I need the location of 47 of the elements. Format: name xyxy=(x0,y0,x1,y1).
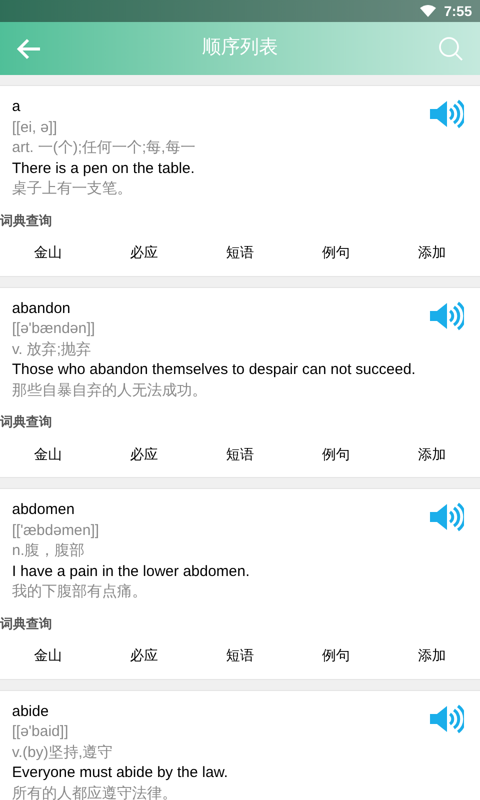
dictionary-lookup-label: 词典查询 xyxy=(0,212,53,230)
example-translation: 所有的人都应遵守法律。 xyxy=(12,784,178,800)
search-icon[interactable] xyxy=(438,36,464,62)
word: abide xyxy=(12,702,50,722)
phonetic: [['æbdəmen]] xyxy=(12,520,100,540)
lookup-action-button[interactable]: 短语 xyxy=(192,431,288,477)
word: abandon xyxy=(12,298,72,318)
phonetic: [[ə'baid]] xyxy=(12,722,70,742)
status-time: 7:55 xyxy=(444,2,472,20)
definition: n.腹，腹部 xyxy=(12,541,86,561)
lookup-action-button[interactable]: 例句 xyxy=(288,230,384,276)
speaker-icon[interactable] xyxy=(428,704,464,734)
speaker-icon[interactable] xyxy=(428,99,464,129)
page-title: 顺序列表 xyxy=(202,36,278,60)
lookup-action-button[interactable]: 添加 xyxy=(384,632,480,678)
example-translation: 桌子上有一支笔。 xyxy=(12,179,133,199)
back-arrow-icon[interactable] xyxy=(16,38,42,60)
definition: v.(by)坚持,遵守 xyxy=(12,742,114,762)
phonetic: [[ə'bændən]] xyxy=(12,319,96,339)
dictionary-lookup-label: 词典查询 xyxy=(0,413,53,431)
lookup-action-button[interactable]: 例句 xyxy=(288,431,384,477)
lookup-action-button[interactable]: 添加 xyxy=(384,431,480,477)
lookup-action-button[interactable]: 短语 xyxy=(192,230,288,276)
lookup-action-button[interactable]: 必应 xyxy=(96,632,192,678)
lookup-action-button[interactable]: 必应 xyxy=(96,230,192,276)
lookup-action-button[interactable]: 金山 xyxy=(0,632,96,678)
example-sentence: I have a pain in the lower abdomen. xyxy=(12,562,251,582)
example-sentence: Those who abandon themselves to despair can not succeed. xyxy=(12,360,417,380)
wifi-icon xyxy=(420,5,436,17)
definition: v. 放弃;抛弃 xyxy=(12,340,92,360)
example-sentence: Everyone must abide by the law. xyxy=(12,763,229,783)
word: a xyxy=(12,97,22,117)
speaker-icon[interactable] xyxy=(428,502,464,532)
dictionary-lookup-label: 词典查询 xyxy=(0,614,53,632)
speaker-icon[interactable] xyxy=(428,300,464,330)
lookup-action-button[interactable]: 例句 xyxy=(288,632,384,678)
definition: art. 一(个);任何一个;每,每一 xyxy=(12,138,196,158)
word: abdomen xyxy=(12,500,76,520)
lookup-action-button[interactable]: 添加 xyxy=(384,230,480,276)
lookup-action-button[interactable]: 必应 xyxy=(96,431,192,477)
example-sentence: There is a pen on the table. xyxy=(12,158,196,178)
example-translation: 我的下腹部有点痛。 xyxy=(12,582,148,602)
lookup-action-button[interactable]: 短语 xyxy=(192,632,288,678)
lookup-action-button[interactable]: 金山 xyxy=(0,230,96,276)
example-translation: 那些自暴自弃的人无法成功。 xyxy=(12,380,208,400)
lookup-action-button[interactable]: 金山 xyxy=(0,431,96,477)
phonetic: [[ei, ə]] xyxy=(12,118,58,138)
